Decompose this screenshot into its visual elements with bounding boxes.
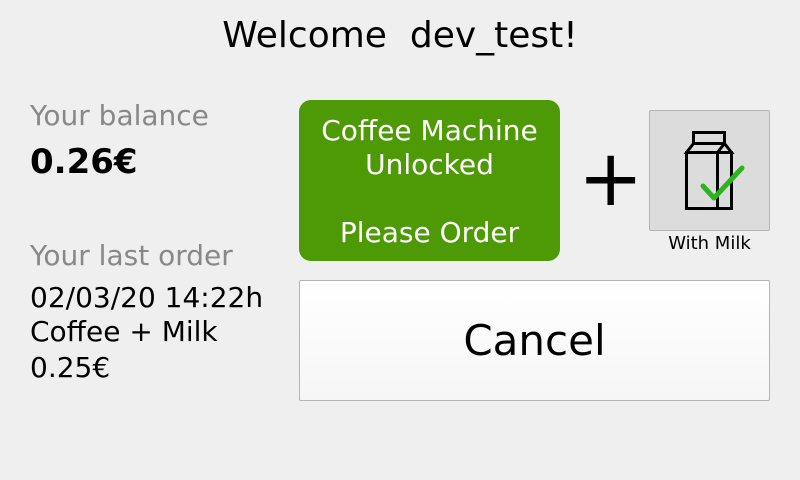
status-line-machine: Coffee Machine [321, 114, 538, 147]
balance-label: Your balance [30, 99, 209, 132]
last-order-price: 0.25€ [30, 351, 111, 384]
status-line-unlocked: Unlocked [365, 148, 494, 181]
machine-status-panel: Coffee Machine Unlocked Please Order [299, 100, 560, 261]
status-line-please-order: Please Order [339, 216, 520, 249]
milk-option-label: With Milk [668, 233, 751, 254]
balance-value: 0.26€ [30, 142, 138, 182]
plus-icon: + [578, 134, 644, 224]
milk-carton-check-icon [683, 131, 745, 210]
welcome-title: Welcome dev_test! [222, 15, 578, 56]
last-order-label: Your last order [30, 239, 233, 272]
milk-toggle-button[interactable] [649, 110, 770, 231]
cancel-button[interactable]: Cancel [299, 280, 770, 401]
last-order-item: Coffee + Milk [30, 315, 218, 348]
last-order-datetime: 02/03/20 14:22h [30, 281, 264, 314]
